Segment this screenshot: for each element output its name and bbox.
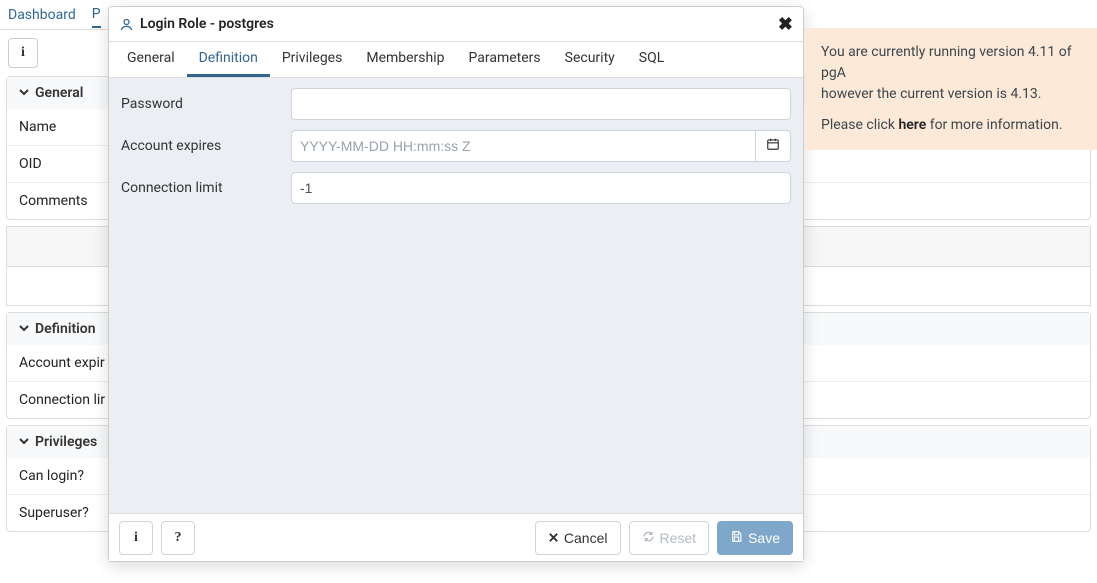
bg-field-can-login: Can login?: [19, 468, 119, 484]
login-role-dialog: Login Role - postgres ✖ General Definiti…: [108, 6, 804, 562]
account-expires-label: Account expires: [121, 138, 291, 154]
dialog-info-button[interactable]: i: [119, 521, 153, 555]
dialog-body: Password Account expires Connection limi…: [109, 78, 803, 513]
tab-security[interactable]: Security: [553, 42, 627, 77]
recycle-icon: [642, 530, 655, 546]
bg-panel-privileges-title: Privileges: [35, 434, 97, 450]
toast-line1a: You are currently running version 4.11 o…: [821, 42, 1081, 84]
tab-sql[interactable]: SQL: [627, 42, 676, 77]
calendar-icon: [766, 137, 780, 155]
reset-label: Reset: [660, 530, 697, 546]
background-info-button[interactable]: i: [8, 38, 38, 68]
toast-line1b: however the current version is 4.13.: [821, 84, 1081, 105]
cancel-label: Cancel: [564, 530, 608, 546]
user-icon: [119, 17, 134, 32]
bg-panel-definition-title: Definition: [35, 321, 96, 337]
connection-limit-label: Connection limit: [121, 180, 291, 196]
tab-properties-truncated[interactable]: P: [92, 2, 101, 28]
password-label: Password: [121, 96, 291, 112]
account-expires-input[interactable]: [291, 130, 755, 162]
tab-definition[interactable]: Definition: [187, 42, 270, 77]
chevron-down-icon: [19, 321, 29, 337]
tab-privileges[interactable]: Privileges: [270, 42, 355, 77]
close-icon: [548, 530, 559, 546]
save-button[interactable]: Save: [717, 521, 793, 555]
bg-field-superuser: Superuser?: [19, 505, 119, 521]
calendar-button[interactable]: [755, 130, 791, 162]
dialog-help-button[interactable]: ?: [161, 521, 195, 555]
tab-general[interactable]: General: [115, 42, 187, 77]
reset-button[interactable]: Reset: [629, 521, 710, 555]
toast-line2b: for more information.: [926, 117, 1062, 133]
bg-field-connection-limit: Connection lir: [19, 392, 119, 408]
version-toast: You are currently running version 4.11 o…: [805, 28, 1097, 150]
bg-panel-general-title: General: [35, 85, 83, 101]
dialog-footer: i ? Cancel Reset Save: [109, 513, 803, 561]
tab-dashboard[interactable]: Dashboard: [8, 3, 76, 27]
dialog-header: Login Role - postgres ✖: [109, 7, 803, 42]
password-input[interactable]: [291, 88, 791, 120]
connection-limit-input[interactable]: [291, 172, 791, 204]
chevron-down-icon: [19, 434, 29, 450]
cancel-button[interactable]: Cancel: [535, 521, 621, 555]
save-icon: [730, 530, 743, 546]
toast-line2a: Please click: [821, 117, 898, 133]
bg-field-comments: Comments: [19, 193, 119, 209]
bg-field-oid: OID: [19, 156, 119, 172]
tab-parameters[interactable]: Parameters: [457, 42, 553, 77]
dialog-title: Login Role - postgres: [140, 16, 274, 32]
tab-membership[interactable]: Membership: [354, 42, 456, 77]
toast-here-link[interactable]: here: [898, 117, 926, 133]
close-icon[interactable]: ✖: [778, 14, 793, 35]
dialog-tabs: General Definition Privileges Membership…: [109, 42, 803, 78]
save-label: Save: [748, 530, 780, 546]
chevron-down-icon: [19, 85, 29, 101]
bg-field-account-expires: Account expir: [19, 355, 119, 371]
bg-field-name: Name: [19, 119, 119, 135]
